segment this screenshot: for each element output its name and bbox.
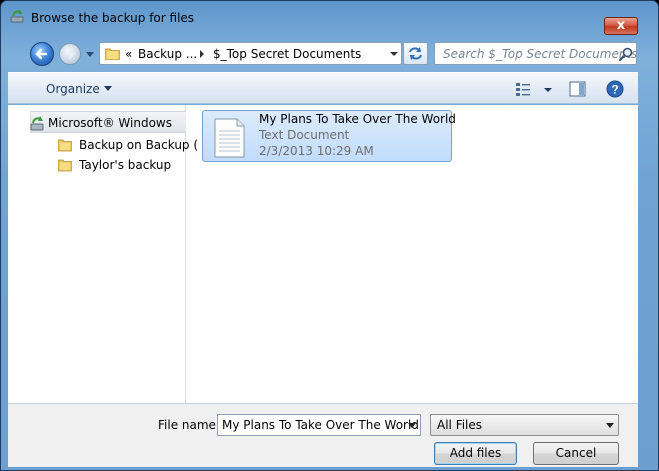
nav-item-taylors-backup[interactable]: Taylor's backup [79, 158, 171, 172]
breadcrumb-backup[interactable]: Backup ... [138, 47, 197, 61]
file-type-dropdown-icon[interactable] [606, 423, 614, 428]
organize-menu[interactable]: Organize [46, 82, 100, 96]
file-date: 2/3/2013 10:29 AM [259, 144, 374, 158]
change-view-icon[interactable] [514, 81, 554, 98]
file-name-input[interactable]: My Plans To Take Over The World [217, 414, 421, 436]
organize-dropdown-icon[interactable] [104, 86, 112, 91]
content-area: Microsoft® Windows Backup on Backup ( Ta… [8, 105, 638, 403]
address-bar[interactable]: « Backup ... $_Top Secret Documents [99, 42, 402, 65]
file-name-label: File name: [158, 418, 220, 432]
forward-arrow-icon [64, 48, 76, 60]
back-button[interactable] [30, 42, 54, 66]
cancel-button[interactable]: Cancel [533, 442, 619, 465]
navigation-row: « Backup ... $_Top Secret Documents Sear… [1, 39, 658, 69]
command-toolbar: Organize ? [8, 72, 638, 104]
breadcrumb-top-secret-documents[interactable]: $_Top Secret Documents [213, 47, 361, 61]
file-name-value[interactable]: My Plans To Take Over The World [222, 418, 419, 432]
backup-computer-icon [30, 116, 44, 131]
navigation-pane[interactable]: Microsoft® Windows Backup on Backup ( Ta… [8, 105, 198, 403]
file-name: My Plans To Take Over The World [259, 112, 456, 126]
preview-pane-icon[interactable] [569, 81, 586, 97]
search-icon[interactable] [618, 46, 634, 62]
back-arrow-icon [35, 48, 48, 60]
address-overflow[interactable]: « [125, 47, 132, 61]
file-tile[interactable]: My Plans To Take Over The World Text Doc… [202, 110, 456, 162]
file-type: Text Document [259, 128, 350, 142]
search-placeholder: Search $_Top Secret Documents [443, 47, 638, 61]
folder-icon [58, 139, 72, 152]
address-dropdown-icon[interactable] [389, 49, 399, 59]
dialog-footer: File name: My Plans To Take Over The Wor… [8, 403, 638, 467]
add-files-button[interactable]: Add files [434, 442, 517, 465]
file-type-value[interactable]: All Files [437, 418, 482, 432]
refresh-icon [409, 47, 422, 60]
backup-app-icon [10, 10, 24, 23]
file-list[interactable]: My Plans To Take Over The World Text Doc… [187, 105, 638, 403]
file-type-select[interactable]: All Files [430, 414, 619, 436]
dialog-window: Browse the backup for files x « Backup .… [0, 0, 659, 471]
nav-item-backup-on-backup[interactable]: Backup on Backup ( [79, 138, 198, 152]
svg-text:?: ? [611, 83, 618, 97]
folder-icon [105, 48, 120, 60]
search-box[interactable]: Search $_Top Secret Documents [434, 42, 637, 65]
text-document-icon [214, 118, 245, 158]
close-button[interactable]: x [604, 17, 638, 35]
file-name-dropdown-icon[interactable] [408, 423, 416, 428]
recent-pages-dropdown-icon[interactable] [85, 47, 95, 61]
title-bar[interactable]: Browse the backup for files x [1, 1, 658, 37]
breadcrumb-separator-icon[interactable] [199, 50, 205, 58]
refresh-button[interactable] [403, 42, 428, 65]
forward-button[interactable] [59, 43, 81, 65]
folder-icon [58, 159, 72, 172]
window-title: Browse the backup for files [31, 11, 195, 25]
nav-root-label[interactable]: Microsoft® Windows [48, 116, 172, 130]
help-icon[interactable]: ? [606, 80, 624, 98]
